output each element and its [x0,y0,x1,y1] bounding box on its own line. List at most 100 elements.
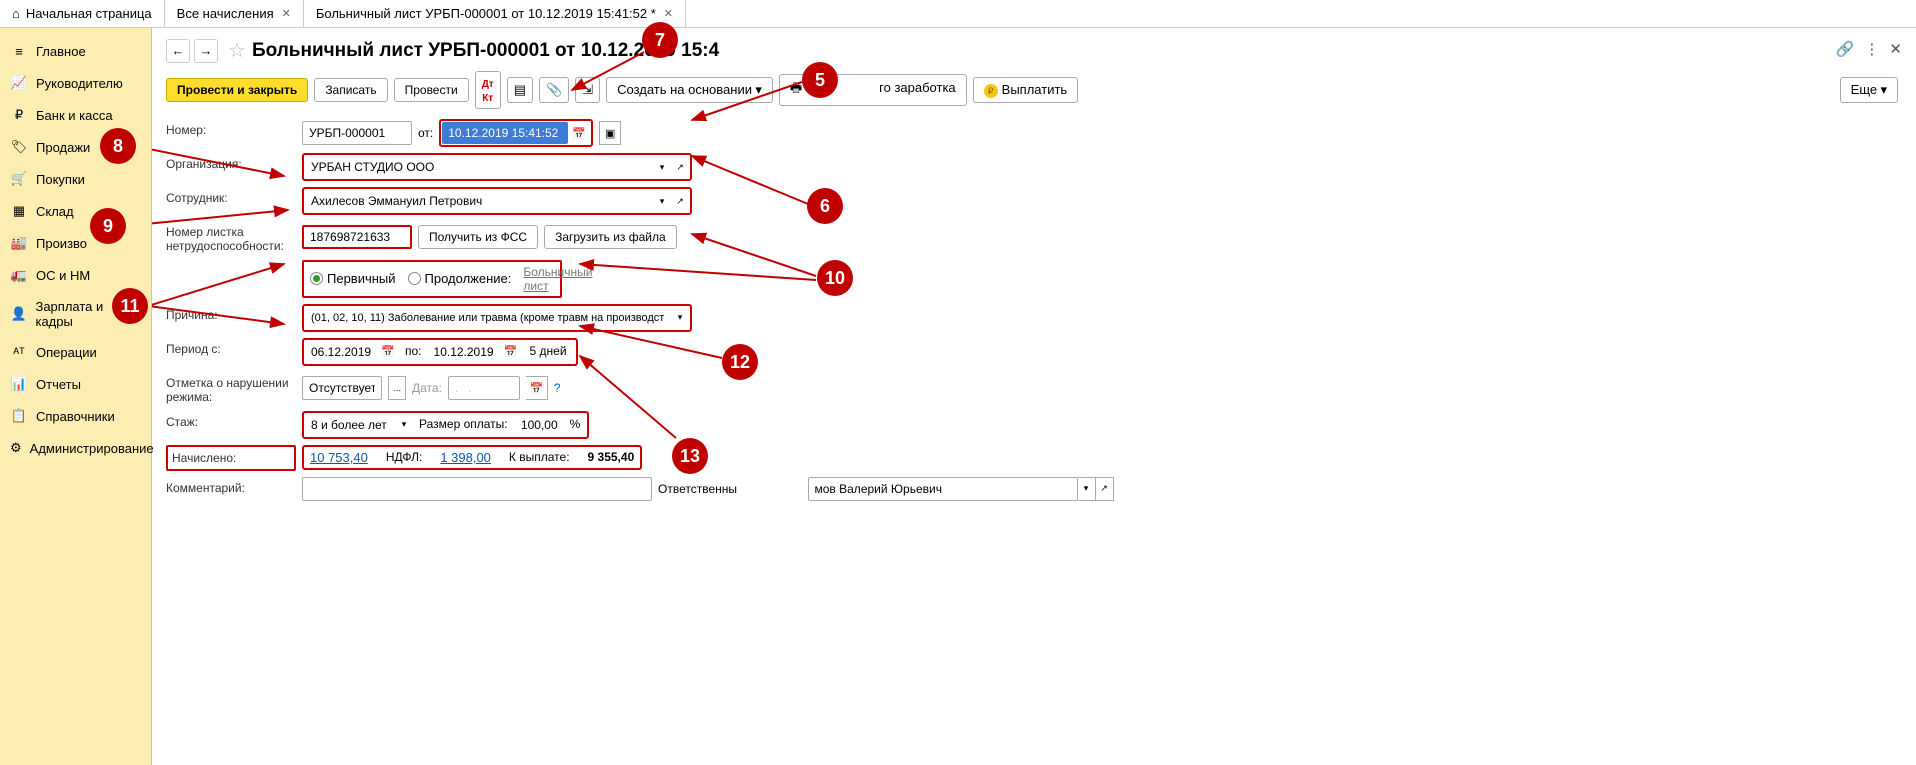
ndfl-link[interactable]: 1 398,00 [440,450,491,465]
pay-button[interactable]: ₽Выплатить [973,77,1079,104]
nav-forward[interactable]: → [194,39,218,63]
sheet-no-input[interactable] [302,225,412,249]
number-input[interactable] [302,121,412,145]
link-icon[interactable]: 🔗 [1836,40,1855,58]
topay-value: 9 355,40 [588,450,635,465]
ruble-icon: ₽ [10,107,28,123]
annotation-11: 11 [112,288,148,324]
stage-input[interactable] [305,414,395,436]
sheet-no-label: Номер листка нетрудоспособности: [166,221,296,254]
favorite-star-icon[interactable]: ☆ [228,38,246,63]
violation-date-input[interactable] [448,376,520,400]
sidebar-item-reports[interactable]: 📊Отчеты [0,368,151,400]
nav-back[interactable]: ← [166,39,190,63]
comment-input[interactable] [302,477,652,501]
employee-label: Сотрудник: [166,187,296,215]
main-panel: ← → ☆ Больничный лист УРБП-000001 от 10.… [152,28,1916,765]
violation-label: Отметка о нарушении режима: [166,372,296,405]
attach-button[interactable]: 📎 [539,77,569,103]
sidebar-item-manager[interactable]: 📈Руководителю [0,67,151,99]
chevron-down-icon[interactable]: ▾ [671,307,689,329]
period-to-label: по: [399,341,428,363]
open-icon[interactable]: ↗ [1096,477,1114,501]
accrued-link[interactable]: 10 753,40 [310,450,368,465]
dtkt-button[interactable]: ДтКт [475,71,501,109]
print-icon: 🖶 [790,80,802,95]
load-file-button[interactable]: Загрузить из файла [544,225,677,249]
violation-input[interactable] [302,376,382,400]
sidebar-item-admin[interactable]: ⚙Администрирование [0,432,151,464]
header-actions: 🔗 ⋮ ✕ [1836,40,1902,58]
kebab-icon[interactable]: ⋮ [1864,40,1879,58]
sidebar-item-assets[interactable]: 🚛ОС и НМ [0,259,151,291]
period-to-input[interactable] [428,341,500,363]
close-icon[interactable]: ✕ [1889,40,1902,58]
reason-input[interactable] [305,307,671,329]
cart-icon: 🛒 [10,171,28,187]
spacer [166,260,296,298]
sidebar-item-operations[interactable]: ᴬᵀОперации [0,337,151,368]
sidebar-item-label: Банк и касса [36,108,113,123]
post-button[interactable]: Провести [394,78,469,102]
calendar-icon[interactable]: 📅 [500,341,522,363]
chart-icon: 📈 [10,75,28,91]
post-close-button[interactable]: Провести и закрыть [166,78,308,102]
tab-label: Начальная страница [26,6,152,21]
date-label: от: [418,126,433,140]
calendar-icon[interactable]: 📅 [568,122,590,144]
chevron-down-icon[interactable]: ▾ [395,414,413,436]
ellipsis-icon[interactable]: … [388,376,406,400]
sidebar-item-purchases[interactable]: 🛒 Покупки [0,163,151,195]
sidebar-item-production[interactable]: 🏭Произво [0,227,151,259]
stage-label: Стаж: [166,411,296,439]
chevron-down-icon[interactable]: ▾ [653,190,671,212]
date-input[interactable] [442,122,568,144]
tab-bar: ⌂ Начальная страница Все начисления ✕ Бо… [0,0,1916,28]
help-icon[interactable]: ? [554,381,561,395]
tab-all-accruals[interactable]: Все начисления ✕ [165,0,304,27]
more-button[interactable]: Еще ▾ [1840,77,1898,103]
sidebar-item-catalogs[interactable]: 📋Справочники [0,400,151,432]
pay-size-label: Размер оплаты: [413,414,514,436]
pay-size-input[interactable] [514,414,564,436]
sidebar-item-label: Операции [36,345,97,360]
employee-input[interactable] [305,190,653,212]
annotation-7: 7 [642,22,678,58]
comment-label: Комментарий: [166,477,296,501]
save-button[interactable]: Записать [314,78,387,102]
chevron-down-icon: ▾ [1880,82,1887,97]
calendar-icon[interactable]: 📅 [377,341,399,363]
create-based-button[interactable]: Создать на основании ▾ [606,77,773,103]
responsible-input[interactable] [808,477,1078,501]
form-button[interactable]: ▤ [507,77,533,103]
close-icon[interactable]: ✕ [664,7,673,20]
period-from-input[interactable] [305,341,377,363]
tab-sick-leave[interactable]: Больничный лист УРБП-000001 от 10.12.201… [304,0,686,27]
chevron-down-icon[interactable]: ▾ [1078,477,1096,501]
calendar-icon[interactable]: 📅 [526,376,548,400]
close-icon[interactable]: ✕ [282,7,291,20]
org-input[interactable] [305,156,653,178]
tab-home[interactable]: ⌂ Начальная страница [0,0,165,27]
accrued-label: Начислено: [166,445,296,471]
radio-continuation[interactable]: Продолжение: [408,271,512,286]
doc-link-icon[interactable]: ▣ [599,121,621,145]
sidebar-item-main[interactable]: ≡Главное [0,36,151,67]
reason-label: Причина: [166,304,296,332]
sidebar-item-label: Склад [36,204,74,219]
get-fss-button[interactable]: Получить из ФСС [418,225,538,249]
sidebar-item-label: Покупки [36,172,85,187]
responsible-label: Ответственны [658,482,737,496]
chevron-down-icon[interactable]: ▾ [653,156,671,178]
ndfl-label: НДФЛ: [386,450,422,465]
sidebar-item-warehouse[interactable]: ▦Склад [0,195,151,227]
home-icon: ⌂ [12,6,20,21]
sick-link[interactable]: Больничный лист [523,265,592,293]
open-icon[interactable]: ↗ [671,190,689,212]
sidebar-item-label: Главное [36,44,86,59]
sidebar-item-bank[interactable]: ₽ Банк и касса [0,99,151,131]
sidebar-item-label: Отчеты [36,377,81,392]
radio-primary[interactable]: Первичный [310,271,396,286]
export-button[interactable]: ⇲ [575,77,600,103]
open-icon[interactable]: ↗ [671,156,689,178]
